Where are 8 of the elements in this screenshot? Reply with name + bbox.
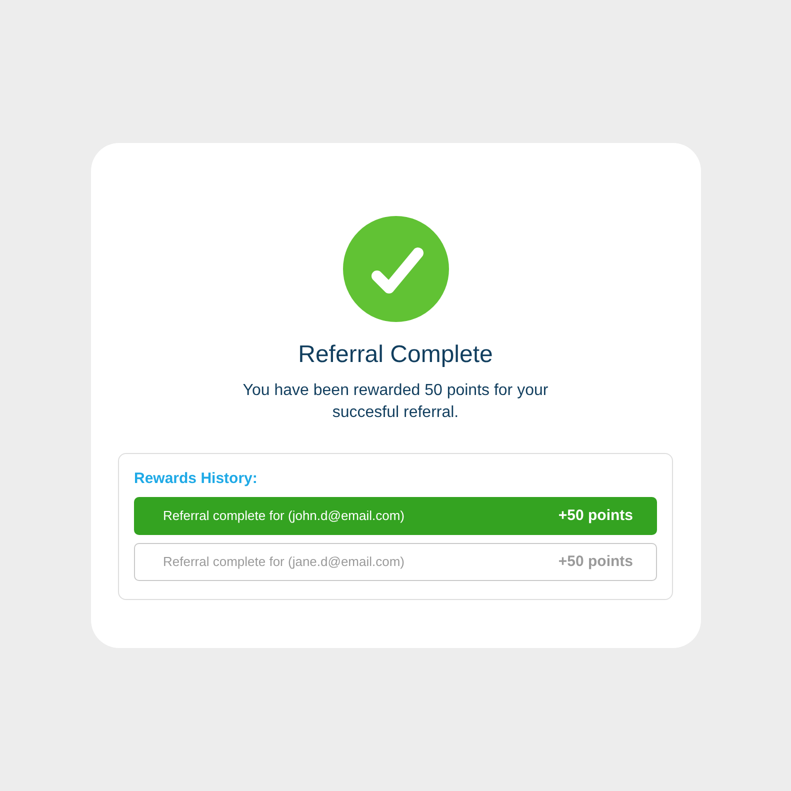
dialog-message: You have been rewarded 50 points for your succesful referral. [242,381,550,423]
reward-description: Referral complete for (jane.d@email.com) [163,553,405,572]
reward-points: +50 points [558,552,633,572]
rewards-heading: Rewards History: [134,469,258,489]
reward-points: +50 points [558,506,633,526]
reward-description: Referral complete for (john.d@email.com) [163,507,405,526]
dialog-title: Referral Complete [298,340,493,370]
check-circle-icon [342,216,448,322]
